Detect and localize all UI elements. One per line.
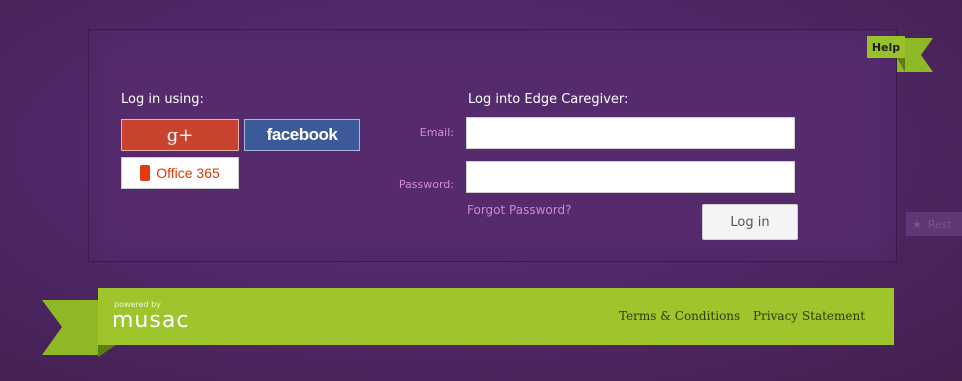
email-field[interactable]	[466, 117, 795, 149]
help-ribbon: Help	[867, 36, 935, 74]
login-panel: Log in using: g+ facebook Office 365 Log…	[88, 29, 897, 262]
forgot-password-link[interactable]: Forgot Password?	[467, 203, 571, 217]
office-icon	[140, 165, 151, 181]
side-tab[interactable]: ★ Rest	[906, 212, 962, 236]
footer-band: powered by musac Terms & Conditions Priv…	[98, 288, 894, 345]
help-button[interactable]: Help	[867, 36, 905, 58]
facebook-login-button[interactable]: facebook	[244, 119, 360, 151]
password-field[interactable]	[466, 161, 795, 193]
login-form-title: Log into Edge Caregiver:	[468, 92, 629, 107]
social-login-title: Log in using:	[121, 92, 204, 107]
google-plus-login-button[interactable]: g+	[121, 119, 239, 151]
privacy-link[interactable]: Privacy Statement	[753, 309, 865, 323]
office365-login-button[interactable]: Office 365	[121, 157, 239, 189]
google-plus-icon: g+	[166, 124, 194, 146]
musac-logo: musac	[112, 308, 190, 333]
terms-link[interactable]: Terms & Conditions	[619, 309, 740, 323]
email-label: Email:	[419, 126, 454, 139]
password-label: Password:	[398, 178, 454, 191]
star-icon: ★	[912, 217, 922, 231]
facebook-logo: facebook	[266, 125, 338, 144]
side-tab-label: Rest	[927, 217, 952, 231]
login-button[interactable]: Log in	[702, 204, 798, 240]
office365-label: Office 365	[156, 165, 220, 181]
